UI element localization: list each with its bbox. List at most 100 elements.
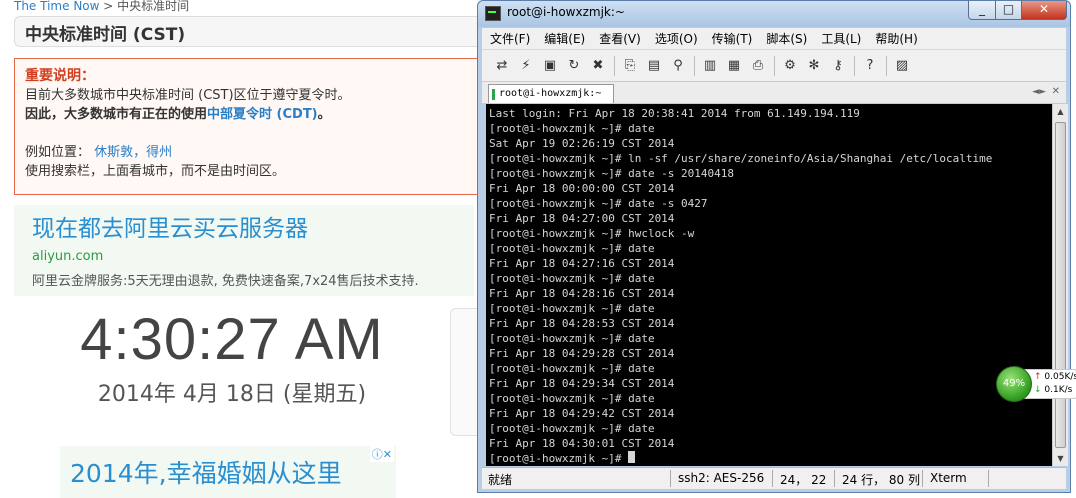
menu-help[interactable]: 帮助(H) bbox=[875, 30, 917, 47]
current-time: 4:30:27 AM bbox=[80, 307, 384, 372]
toolbar: ⇄ ⚡ ▣ ↻ ✖ ⎘ ▤ ⚲ ▥ ▦ ⎙ ⚙ ✻ ⚷ ? ▨ bbox=[482, 49, 1066, 81]
terminal-line: [root@i-howxzmjk ~]# hwclock -w bbox=[489, 227, 695, 240]
terminal-cursor bbox=[628, 451, 636, 463]
notice-line-4: 使用搜索栏，上面看城市，而不是由时间区。 bbox=[25, 164, 286, 179]
terminal-line: Fri Apr 18 04:27:16 CST 2014 bbox=[489, 257, 675, 270]
terminal-line: [root@i-howxzmjk ~]# date bbox=[489, 362, 655, 375]
current-date: 2014年 4月 18日 (星期五) bbox=[97, 382, 367, 407]
menu-bar: 文件(F) 编辑(E) 查看(V) 选项(O) 传输(T) 脚本(S) 工具(L… bbox=[482, 28, 1066, 49]
menu-view[interactable]: 查看(V) bbox=[599, 30, 641, 47]
menu-file[interactable]: 文件(F) bbox=[490, 30, 530, 47]
terminal-line: Fri Apr 18 04:28:16 CST 2014 bbox=[489, 287, 675, 300]
network-usage-ball[interactable]: 49% bbox=[996, 366, 1032, 402]
notice-heading: 重要说明： bbox=[25, 68, 95, 84]
terminal-line: [root@i-howxzmjk ~]# date bbox=[489, 242, 655, 255]
download-speed-value: 0.1K/s bbox=[1044, 385, 1073, 395]
terminal-line: [root@i-howxzmjk ~]# date bbox=[489, 392, 655, 405]
terminal-line: [root@i-howxzmjk ~]# date -s 0427 bbox=[489, 197, 708, 210]
session-options-icon[interactable]: ⚙ bbox=[780, 56, 800, 76]
page-title: 中央标准时间 (CST) bbox=[14, 16, 514, 47]
notice-line-2: 因此，大多数城市有正在的使用中部夏令时 (CDT)。 bbox=[25, 105, 503, 124]
terminal-prompt: [root@i-howxzmjk ~]# bbox=[489, 452, 629, 465]
terminal-prompt-line[interactable]: [root@i-howxzmjk ~]# bbox=[489, 451, 1049, 466]
session-tab-bar: root@i-howxzmjk:~ ◄► ✕ bbox=[482, 81, 1066, 103]
print-setup-icon[interactable]: ▥ bbox=[700, 56, 720, 76]
terminal-scrollbar[interactable]: ▲ ▼ bbox=[1052, 104, 1068, 466]
quick-connect-icon[interactable]: ⚡ bbox=[516, 56, 536, 76]
terminal-line: [root@i-howxzmjk ~]# ln -sf /usr/share/z… bbox=[489, 152, 993, 165]
cdt-link[interactable]: 中部夏令时 (CDT) bbox=[207, 107, 318, 122]
print-icon[interactable]: ⎙ bbox=[748, 56, 768, 76]
ad-banner-aliyun[interactable]: 现在都去阿里云买云服务器 aliyun.com 阿里云金牌服务:5天无理由退款,… bbox=[14, 205, 474, 296]
connect-icon[interactable]: ⇄ bbox=[492, 56, 512, 76]
minimize-button[interactable]: _ bbox=[968, 1, 996, 20]
find-icon[interactable]: ⚲ bbox=[668, 56, 688, 76]
print-preview-icon[interactable]: ▦ bbox=[724, 56, 744, 76]
terminal-line: Fri Apr 18 04:28:53 CST 2014 bbox=[489, 317, 675, 330]
menu-options[interactable]: 选项(O) bbox=[655, 30, 698, 47]
terminal-line: Sat Apr 19 02:26:19 CST 2014 bbox=[489, 137, 675, 150]
paste-icon[interactable]: ▤ bbox=[644, 56, 664, 76]
terminal-line: [root@i-howxzmjk ~]# date bbox=[489, 122, 655, 135]
tab-scroll-icon[interactable]: ◄► bbox=[1032, 87, 1046, 97]
network-speed-widget[interactable]: 49% ↑ 0.05K/s ↓ 0.1K/s bbox=[994, 366, 1076, 402]
ad-banner-wedding[interactable]: 2014年,幸福婚姻从这里 ⓘ✕ bbox=[60, 446, 396, 498]
status-terminal-size: 24 行， 80 列 bbox=[842, 473, 920, 487]
status-cursor-position: 24， 22 bbox=[780, 473, 827, 487]
scroll-up-icon[interactable]: ▲ bbox=[1055, 107, 1066, 116]
status-protocol: ssh2: AES-256 bbox=[678, 471, 765, 485]
sftp-icon[interactable]: ▨ bbox=[892, 56, 912, 76]
breadcrumb-separator: > bbox=[103, 0, 114, 13]
important-notice: 重要说明： 目前大多数城市中央标准时间 (CST)区位于遵守夏令时。 因此，大多… bbox=[14, 58, 514, 195]
global-options-icon[interactable]: ✻ bbox=[804, 56, 824, 76]
ad-title[interactable]: 现在都去阿里云买云服务器 bbox=[32, 209, 456, 243]
download-speed: ↓ 0.1K/s bbox=[1034, 385, 1072, 395]
reconnect-icon[interactable]: ↻ bbox=[564, 56, 584, 76]
terminal-app-icon bbox=[485, 6, 501, 21]
menu-script[interactable]: 脚本(S) bbox=[766, 30, 807, 47]
tab-close-icon[interactable]: ✕ bbox=[1052, 86, 1060, 97]
notice-line-1: 目前大多数城市中央标准时间 (CST)区位于遵守夏令时。 bbox=[25, 88, 351, 103]
terminal-line: Last login: Fri Apr 18 20:38:41 2014 fro… bbox=[489, 107, 860, 120]
breadcrumb-current: 中央标准时间 bbox=[117, 0, 190, 13]
session-tab[interactable]: root@i-howxzmjk:~ bbox=[488, 84, 614, 103]
status-bar: 就绪 ssh2: AES-256 24， 22 24 行， 80 列 Xterm bbox=[482, 467, 1066, 489]
ad-description: 阿里云金牌服务:5天无理由退款, 免费快速备案,7x24售后技术支持. bbox=[32, 274, 419, 289]
example-label: 例如位置： bbox=[25, 145, 91, 160]
terminal-output[interactable]: Last login: Fri Apr 18 20:38:41 2014 fro… bbox=[486, 104, 1052, 466]
terminal-line: Fri Apr 18 04:29:28 CST 2014 bbox=[489, 347, 675, 360]
connect-tab-icon[interactable]: ▣ bbox=[540, 56, 560, 76]
ad2-title[interactable]: 2014年,幸福婚姻从这里 bbox=[70, 454, 386, 490]
download-arrow-icon: ↓ bbox=[1034, 385, 1042, 395]
terminal-line: Fri Apr 18 04:27:00 CST 2014 bbox=[489, 212, 675, 225]
terminal-line: [root@i-howxzmjk ~]# date -s 20140418 bbox=[489, 167, 735, 180]
upload-speed: ↑ 0.05K/s bbox=[1034, 372, 1076, 382]
notice-example: 例如位置： 休斯敦，得州 bbox=[25, 143, 503, 162]
terminal-window: root@i-howxzmjk:~ _ □ ✕ 文件(F) 编辑(E) 查看(V… bbox=[477, 0, 1071, 493]
adchoices-icon[interactable]: ⓘ✕ bbox=[369, 446, 394, 462]
menu-tools[interactable]: 工具(L) bbox=[821, 30, 861, 47]
terminal-line: [root@i-howxzmjk ~]# date bbox=[489, 332, 655, 345]
menu-edit[interactable]: 编辑(E) bbox=[544, 30, 585, 47]
copy-icon[interactable]: ⎘ bbox=[620, 56, 640, 76]
keymap-icon[interactable]: ⚷ bbox=[828, 56, 848, 76]
title-bar[interactable]: root@i-howxzmjk:~ _ □ ✕ bbox=[478, 1, 1070, 27]
scroll-down-icon[interactable]: ▼ bbox=[1055, 454, 1066, 463]
disconnect-icon[interactable]: ✖ bbox=[588, 56, 608, 76]
maximize-button[interactable]: □ bbox=[995, 1, 1022, 20]
example-city-links[interactable]: 休斯敦，得州 bbox=[94, 145, 172, 160]
status-ready: 就绪 bbox=[488, 473, 513, 487]
breadcrumb-home-link[interactable]: The Time Now bbox=[14, 0, 99, 13]
notice-line-2-suffix: 。 bbox=[317, 107, 331, 122]
ad-url[interactable]: aliyun.com bbox=[32, 249, 456, 264]
terminal-line: Fri Apr 18 04:30:01 CST 2014 bbox=[489, 437, 675, 450]
terminal-line: Fri Apr 18 00:00:00 CST 2014 bbox=[489, 182, 675, 195]
window-title: root@i-howxzmjk:~ bbox=[507, 5, 625, 19]
close-button[interactable]: ✕ bbox=[1021, 1, 1067, 20]
menu-transfer[interactable]: 传输(T) bbox=[712, 30, 753, 47]
notice-line-2-prefix: 因此，大多数城市有正在的使用 bbox=[25, 107, 208, 122]
upload-arrow-icon: ↑ bbox=[1034, 372, 1042, 382]
terminal-line: Fri Apr 18 04:29:42 CST 2014 bbox=[489, 407, 675, 420]
terminal-line: [root@i-howxzmjk ~]# date bbox=[489, 272, 655, 285]
help-icon[interactable]: ? bbox=[860, 56, 880, 76]
